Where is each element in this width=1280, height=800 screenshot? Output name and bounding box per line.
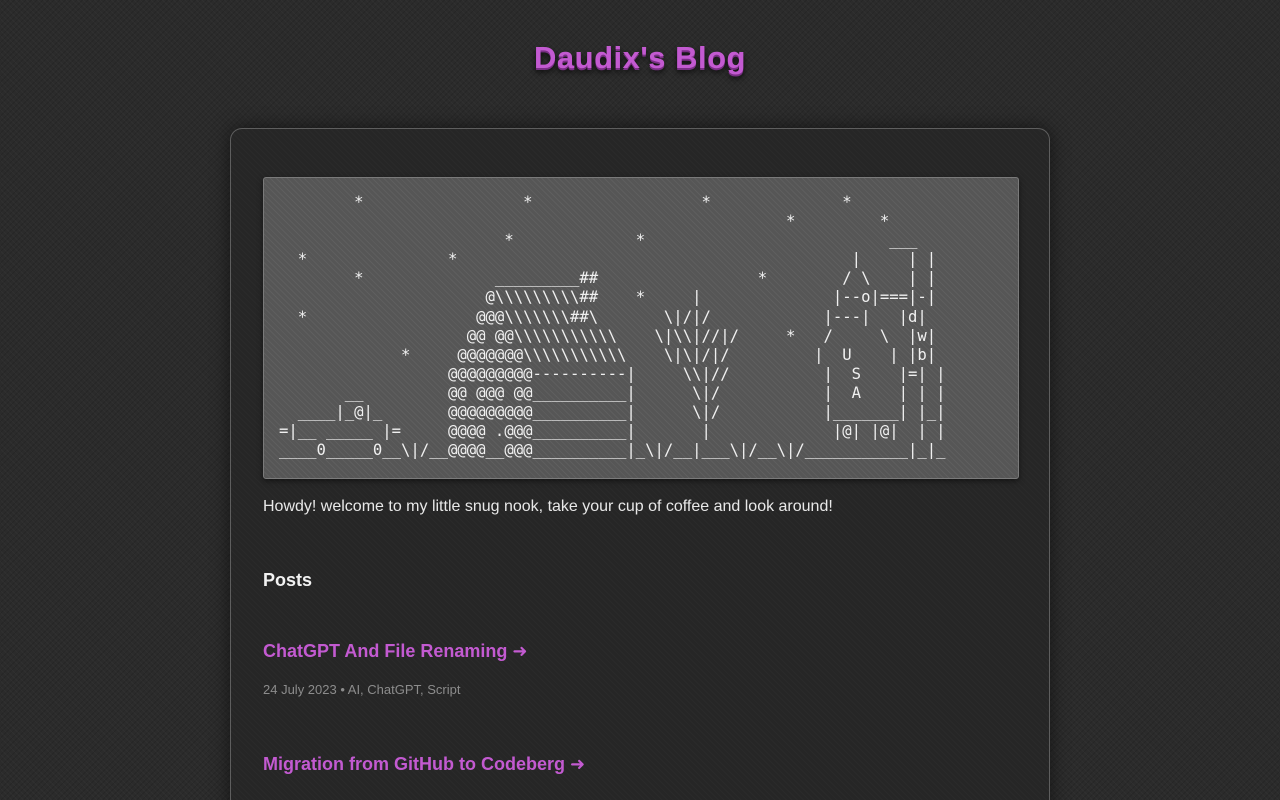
post-meta: 24 July 2023 • AI, ChatGPT, Script bbox=[263, 682, 461, 697]
ascii-art-text: * * * * * * * * ___ * * | | | * ________… bbox=[279, 193, 946, 460]
post-item: ChatGPT And File Renaming ➜ 24 July 2023… bbox=[263, 641, 1003, 697]
main-panel: * * * * * * * * ___ * * | | | * ________… bbox=[230, 128, 1050, 800]
post-title-link[interactable]: Migration from GitHub to Codeberg ➜ bbox=[263, 754, 585, 775]
post-title-link[interactable]: ChatGPT And File Renaming ➜ bbox=[263, 641, 527, 662]
ascii-art-banner: * * * * * * * * ___ * * | | | * ________… bbox=[263, 177, 1019, 479]
site-title-link[interactable]: Daudix's Blog bbox=[0, 40, 1280, 76]
post-item: Migration from GitHub to Codeberg ➜ bbox=[263, 754, 1003, 775]
intro-text: Howdy! welcome to my little snug nook, t… bbox=[263, 498, 833, 515]
posts-heading: Posts bbox=[263, 570, 313, 590]
